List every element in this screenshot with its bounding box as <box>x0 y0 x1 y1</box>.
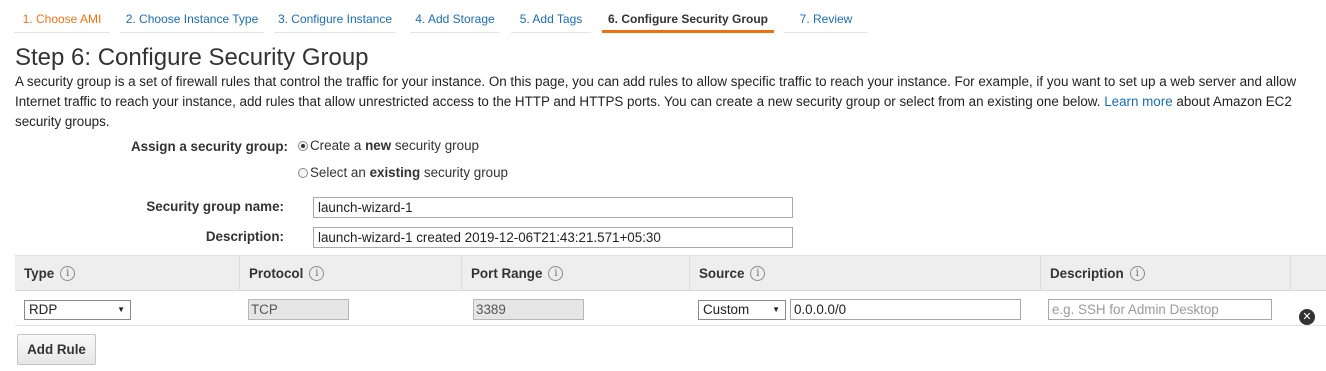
type-select[interactable]: RDP ▼ <box>24 300 131 320</box>
tab-configure-security-group[interactable]: 6. Configure Security Group <box>602 6 774 33</box>
tab-add-storage[interactable]: 4. Add Storage <box>410 6 500 33</box>
create-new-text: Create a new security group <box>310 138 479 153</box>
source-cidr-input[interactable]: 0.0.0.0/0 <box>790 299 1021 320</box>
info-icon[interactable]: i <box>1129 265 1145 281</box>
port-range-field: 3389 <box>473 299 584 320</box>
header-type: Type i <box>15 256 239 291</box>
header-protocol: Protocol i <box>239 256 461 291</box>
dropdown-arrow-icon: ▼ <box>117 305 125 314</box>
rules-table-header: Type i Protocol i Port Range i Source i Desc… <box>15 255 1326 291</box>
info-icon[interactable]: i <box>548 265 564 281</box>
info-icon[interactable]: i <box>60 265 76 281</box>
select-existing-text: Select an existing security group <box>310 165 508 180</box>
learn-more-link[interactable]: Learn more <box>1104 94 1172 109</box>
tab-review[interactable]: 7. Review <box>784 6 868 33</box>
rule-description-input[interactable] <box>1048 299 1272 320</box>
header-description: Description i <box>1040 256 1290 291</box>
create-new-radio[interactable] <box>298 140 308 151</box>
option-select-existing[interactable]: Select an existing security group <box>298 165 508 180</box>
select-existing-radio[interactable] <box>298 167 308 178</box>
option-create-new[interactable]: Create a new security group <box>298 138 479 153</box>
remove-rule-icon[interactable]: ✕ <box>1299 309 1315 325</box>
page-title: Step 6: Configure Security Group <box>15 44 369 71</box>
header-spacer <box>1290 256 1326 291</box>
table-row: RDP ▼ TCP 3389 Custom ▼ 0.0.0.0/0 <box>15 292 1326 326</box>
protocol-field: TCP <box>248 299 349 320</box>
tab-configure-instance[interactable]: 3. Configure Instance <box>274 6 396 33</box>
assign-group-label: Assign a security group: <box>130 139 288 154</box>
group-name-input[interactable]: launch-wizard-1 <box>313 197 793 218</box>
info-icon[interactable]: i <box>309 265 325 281</box>
dropdown-arrow-icon: ▼ <box>772 305 780 314</box>
header-port-range: Port Range i <box>461 256 689 291</box>
group-name-label: Security group name: <box>146 199 284 214</box>
tab-add-tags[interactable]: 5. Add Tags <box>511 6 591 33</box>
info-icon[interactable]: i <box>750 265 766 281</box>
description-input[interactable]: launch-wizard-1 created 2019-12-06T21:43… <box>313 227 793 248</box>
intro-paragraph: A security group is a set of firewall ru… <box>15 72 1311 132</box>
description-label: Description: <box>205 229 284 244</box>
source-select[interactable]: Custom ▼ <box>698 300 786 320</box>
add-rule-button[interactable]: Add Rule <box>17 334 96 365</box>
tab-choose-ami[interactable]: 1. Choose AMI <box>14 6 110 33</box>
header-source: Source i <box>689 256 1040 291</box>
tab-choose-instance-type[interactable]: 2. Choose Instance Type <box>120 6 264 33</box>
rule-description-field[interactable] <box>1052 302 1271 317</box>
